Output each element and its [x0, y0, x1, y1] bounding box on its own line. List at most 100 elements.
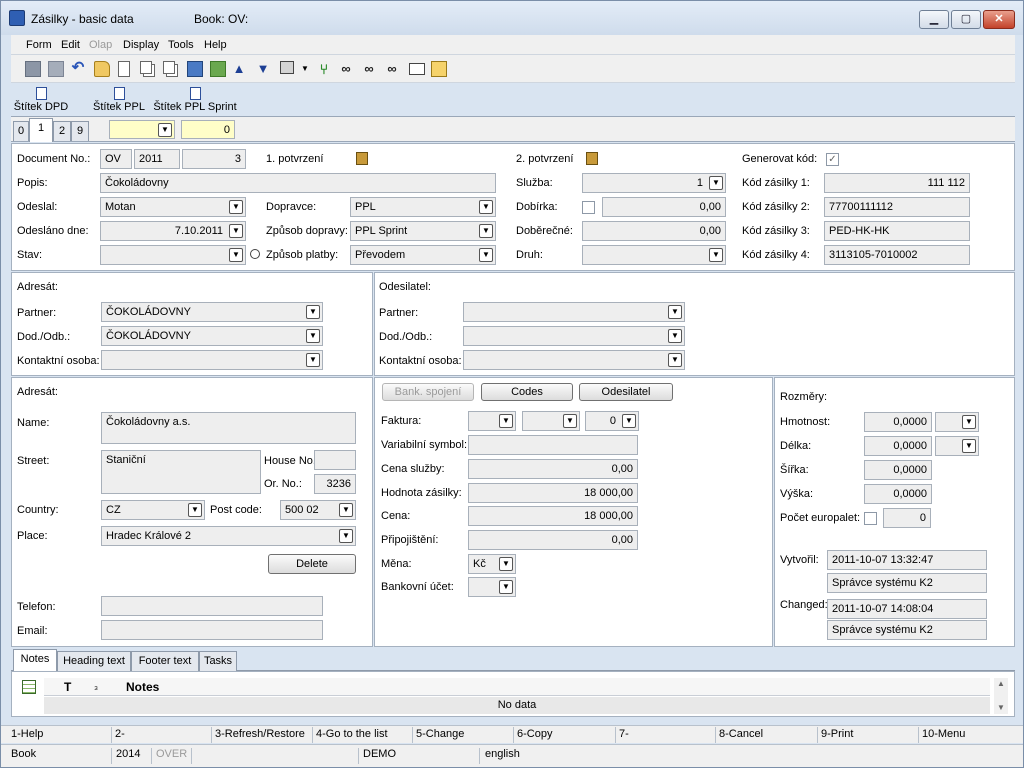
fkey-change[interactable]: 5-Change	[416, 728, 464, 740]
hodnota-field[interactable]: 18 000,00	[468, 483, 638, 503]
cena-field[interactable]: 18 000,00	[468, 506, 638, 526]
dobirka-field[interactable]: 0,00	[602, 197, 726, 217]
doc-year-field[interactable]: 2011	[134, 149, 180, 169]
kod1-field[interactable]: 111 112	[824, 173, 970, 193]
post-code-select[interactable]: 500 02 ▼	[280, 500, 356, 520]
book-icon[interactable]	[187, 61, 203, 77]
binoculars-filter-icon[interactable]: ∞	[361, 61, 377, 77]
tab-notes[interactable]: Notes	[13, 649, 57, 671]
open-folder-icon[interactable]	[94, 61, 110, 77]
dopravce-select[interactable]: PPL ▼	[350, 197, 496, 217]
paste-icon[interactable]	[163, 61, 175, 74]
faktura-prefix-select[interactable]: ▼	[468, 411, 516, 431]
fkey-print[interactable]: 9-Print	[821, 728, 853, 740]
tab-tasks[interactable]: Tasks	[199, 651, 237, 671]
sirka-field[interactable]: 0,0000	[864, 460, 932, 480]
undo-icon[interactable]: ↶	[70, 60, 86, 77]
doc-number-field[interactable]: 3	[182, 149, 246, 169]
menu-edit[interactable]: Edit	[61, 39, 80, 51]
bankovni-select[interactable]: ▼	[468, 577, 516, 597]
col-sub-header[interactable]: ₃	[94, 681, 98, 692]
faktura-number-select[interactable]: 0 ▼	[585, 411, 639, 431]
delka-unit-select[interactable]: ▼	[935, 436, 979, 456]
new-document-icon[interactable]	[118, 61, 130, 77]
menu-tools[interactable]: Tools	[168, 39, 194, 51]
binoculars-settings-icon[interactable]: ∞	[384, 61, 400, 77]
europalet-checkbox[interactable]	[864, 512, 877, 525]
fkey-refresh[interactable]: 3-Refresh/Restore	[215, 728, 305, 740]
minimize-button[interactable]: ▁	[919, 10, 949, 29]
stack-icon[interactable]	[210, 61, 226, 77]
fkey-menu[interactable]: 10-Menu	[922, 728, 965, 740]
country-select[interactable]: CZ ▼	[101, 500, 205, 520]
edit-icon[interactable]	[431, 61, 447, 77]
kod2-field[interactable]: 77700111112	[824, 197, 970, 217]
col-type-header[interactable]: T	[64, 680, 71, 694]
close-button[interactable]: ✕	[983, 10, 1015, 29]
odesilatel-dod-select[interactable]: ▼	[463, 326, 685, 346]
hmotnost-field[interactable]: 0,0000	[864, 412, 932, 432]
vyska-field[interactable]: 0,0000	[864, 484, 932, 504]
email-field[interactable]	[101, 620, 323, 640]
sluzba-select[interactable]: 1 ▼	[582, 173, 726, 193]
tab-1[interactable]: 1	[29, 118, 53, 142]
popis-field[interactable]: Čokoládovny	[100, 173, 496, 193]
col-notes-header[interactable]: Notes	[126, 680, 159, 694]
street-field[interactable]: Staniční	[101, 450, 261, 494]
fkey-go-to-list[interactable]: 4-Go to the list	[316, 728, 388, 740]
fkey-help[interactable]: 1-Help	[11, 728, 43, 740]
print-ppl-sprint-button[interactable]: Štítek PPL Sprint	[153, 85, 237, 115]
scrollbar[interactable]: ▲ ▼	[994, 678, 1008, 714]
fkey-cancel[interactable]: 8-Cancel	[719, 728, 763, 740]
tab-2[interactable]: 2	[53, 121, 71, 141]
select-icon[interactable]	[280, 61, 294, 74]
telefon-field[interactable]	[101, 596, 323, 616]
name-field[interactable]: Čokoládovny a.s.	[101, 412, 356, 444]
filter-select[interactable]: ▼	[109, 120, 175, 139]
adresat-kontakt-select[interactable]: ▼	[101, 350, 323, 370]
or-no-field[interactable]: 3236	[314, 474, 356, 494]
binoculars-icon[interactable]: ∞	[338, 61, 354, 77]
mena-select[interactable]: Kč ▼	[468, 554, 516, 574]
pripojisteni-field[interactable]: 0,00	[468, 530, 638, 550]
codes-button[interactable]: Codes	[481, 383, 573, 401]
dobirka-checkbox[interactable]	[582, 201, 595, 214]
mail-icon[interactable]	[409, 63, 425, 75]
fkey-2[interactable]: 2-	[115, 728, 125, 740]
house-no-field[interactable]	[314, 450, 356, 470]
save-icon[interactable]	[25, 61, 41, 77]
adresat-partner-select[interactable]: ČOKOLÁDOVNY ▼	[101, 302, 323, 322]
kod4-field[interactable]: 3113105-7010002	[824, 245, 970, 265]
odesilatel-kontakt-select[interactable]: ▼	[463, 350, 685, 370]
arrow-down-icon[interactable]: ▼	[255, 61, 271, 77]
copy-icon[interactable]	[140, 61, 152, 74]
faktura-year-select[interactable]: ▼	[522, 411, 580, 431]
delete-button[interactable]: Delete	[268, 554, 356, 574]
kod3-field[interactable]: PED-HK-HK	[824, 221, 970, 241]
odesilatel-button[interactable]: Odesilatel	[579, 383, 673, 401]
generovat-kod-checkbox[interactable]: ✓	[826, 153, 839, 166]
delka-field[interactable]: 0,0000	[864, 436, 932, 456]
zpusob-dopravy-select[interactable]: PPL Sprint ▼	[350, 221, 496, 241]
menu-form[interactable]: Form	[26, 39, 52, 51]
arrow-up-icon[interactable]: ▲	[231, 61, 247, 77]
clipboard-icon[interactable]	[356, 152, 368, 165]
fkey-7[interactable]: 7-	[619, 728, 629, 740]
odeslano-select[interactable]: 7.10.2011 ▼	[100, 221, 246, 241]
zpusob-platby-select[interactable]: Převodem ▼	[350, 245, 496, 265]
variabilni-field[interactable]	[468, 435, 638, 455]
history-icon[interactable]	[250, 249, 260, 259]
odeslal-select[interactable]: Motan ▼	[100, 197, 246, 217]
druh-select[interactable]: ▼	[582, 245, 726, 265]
fork-icon[interactable]: ⑂	[316, 61, 332, 77]
maximize-button[interactable]: ▢	[951, 10, 981, 29]
tab-0[interactable]: 0	[13, 121, 29, 141]
hmotnost-unit-select[interactable]: ▼	[935, 412, 979, 432]
menu-help[interactable]: Help	[204, 39, 227, 51]
clipboard-icon[interactable]	[586, 152, 598, 165]
tab-footer-text[interactable]: Footer text	[131, 651, 199, 671]
tab-9[interactable]: 9	[71, 121, 89, 141]
europalet-field[interactable]: 0	[883, 508, 931, 528]
place-select[interactable]: Hradec Králové 2 ▼	[101, 526, 356, 546]
menu-display[interactable]: Display	[123, 39, 159, 51]
